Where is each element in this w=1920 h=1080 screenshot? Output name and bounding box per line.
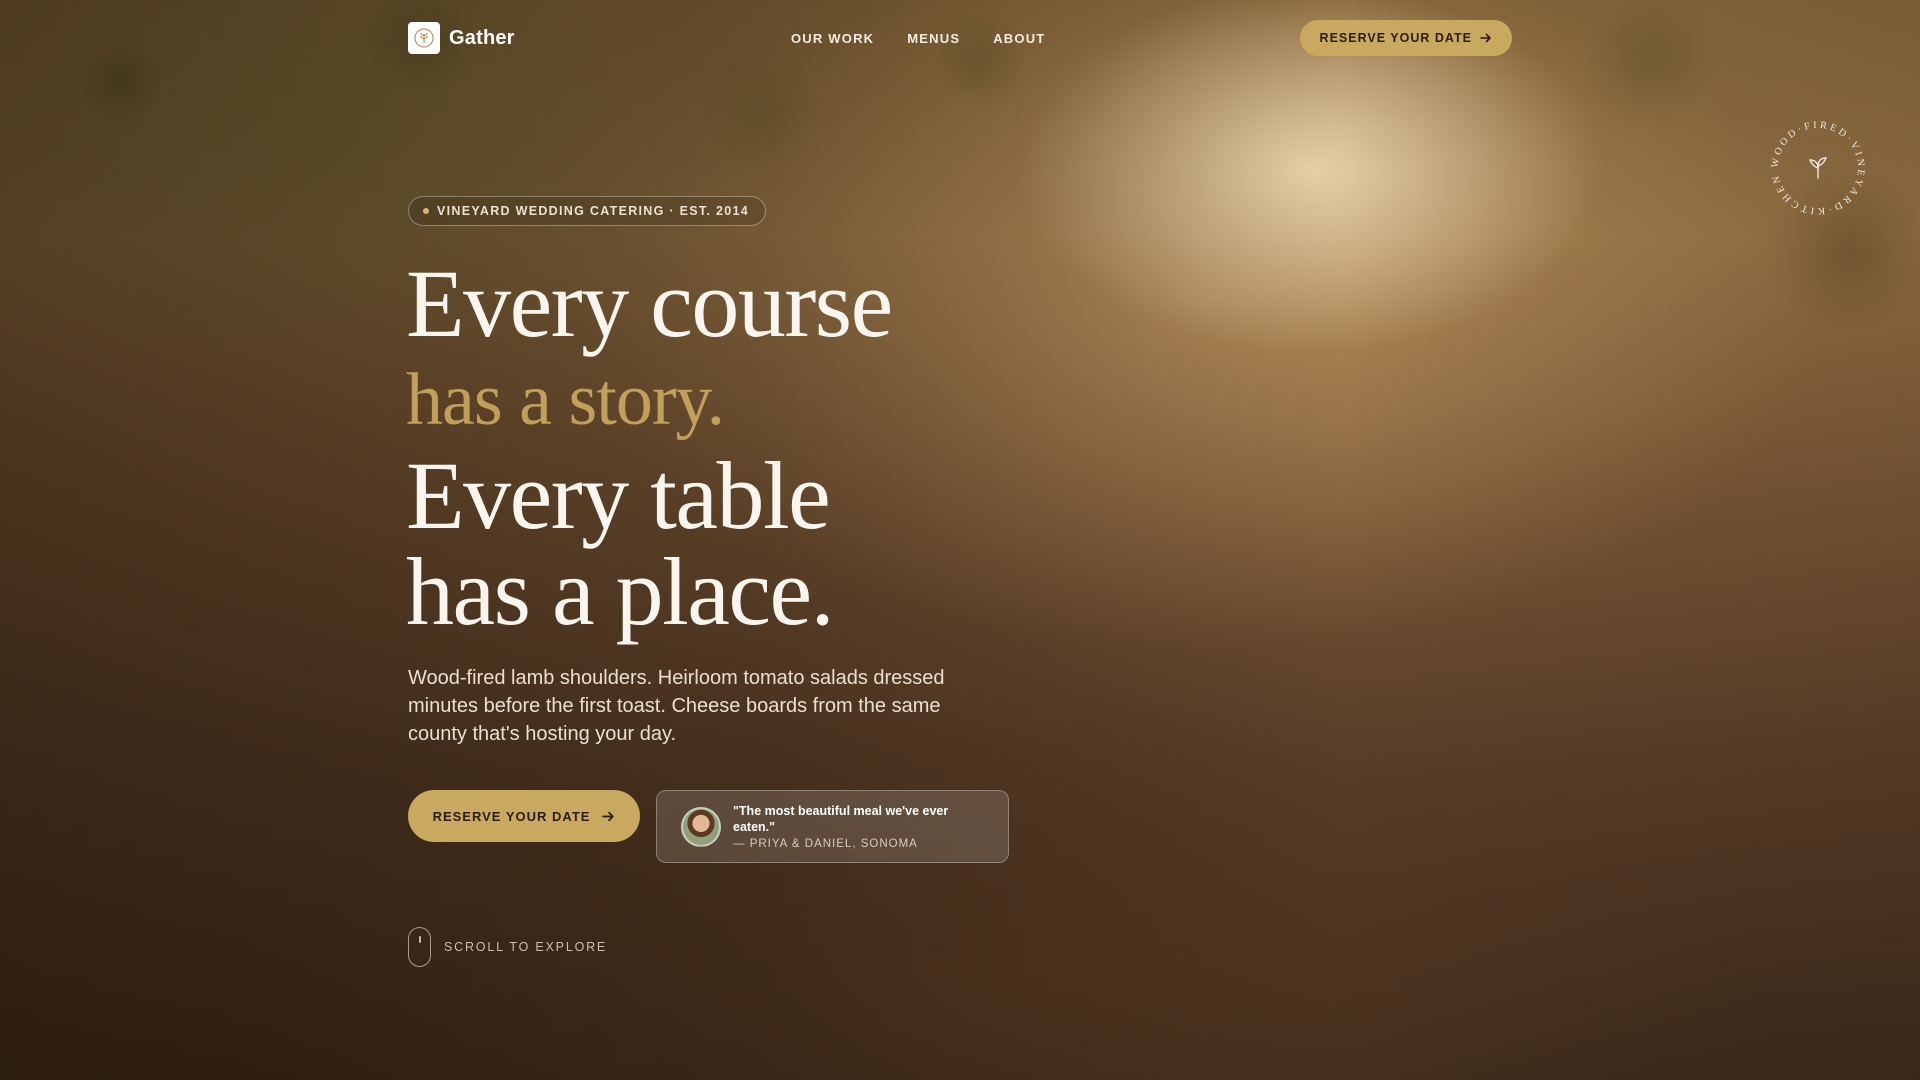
headline-accent-line: has a story.: [406, 359, 725, 441]
header-reserve-button[interactable]: RESERVE YOUR DATE: [1299, 20, 1512, 56]
hero-reserve-button[interactable]: RESERVE YOUR DATE: [408, 790, 640, 842]
sprout-icon: [1809, 157, 1827, 179]
primary-nav: OUR WORK MENUS ABOUT: [791, 31, 1045, 46]
nav-item-about[interactable]: ABOUT: [993, 31, 1045, 46]
header-reserve-label: RESERVE YOUR DATE: [1319, 31, 1472, 45]
testimonial-quote: "The most beautiful meal we've ever eate…: [733, 804, 949, 834]
scroll-label: SCROLL TO EXPLORE: [444, 940, 608, 954]
arrow-right-icon: [602, 811, 615, 821]
scroll-cue[interactable]: SCROLL TO EXPLORE: [408, 927, 607, 967]
testimonial-attribution: — PRIYA & DANIEL, SONOMA: [733, 838, 918, 850]
avatar: [681, 806, 721, 847]
brand-name: Gather: [449, 26, 515, 49]
brand-logo-link[interactable]: Gather: [408, 22, 515, 54]
headline-line-3: Every table: [406, 442, 831, 549]
headline-line-1: Every course: [406, 250, 893, 357]
mouse-icon: [408, 927, 431, 967]
eyebrow-badge: VINEYARD WEDDING CATERING · EST. 2014: [408, 196, 767, 226]
background-overlay: [0, 0, 1920, 1080]
nav-item-our-work[interactable]: OUR WORK: [791, 31, 874, 46]
hero-reserve-label: RESERVE YOUR DATE: [432, 808, 591, 824]
circular-seal: WOOD·FIRED·VINEYARD·KITCHEN: [1770, 120, 1864, 216]
hero-background-photo: [0, 0, 1920, 1080]
headline-line-4: has a place.: [406, 538, 835, 645]
site-header: Gather OUR WORK MENUS ABOUT RESERVE YOUR…: [408, 20, 1512, 56]
hero-headline: Every course has a story. Every table ha…: [406, 250, 893, 645]
wheat-wreath-icon: [408, 22, 440, 54]
eyebrow-text: VINEYARD WEDDING CATERING · EST. 2014: [437, 204, 750, 218]
testimonial-card: "The most beautiful meal we've ever eate…: [656, 790, 1009, 863]
arrow-right-icon: [1480, 33, 1491, 43]
badge-dot-icon: [423, 208, 429, 214]
hero-description: Wood-fired lamb shoulders. Heirloom toma…: [408, 667, 945, 745]
testimonial-text: "The most beautiful meal we've ever eate…: [733, 803, 986, 850]
nav-item-menus[interactable]: MENUS: [907, 31, 960, 46]
